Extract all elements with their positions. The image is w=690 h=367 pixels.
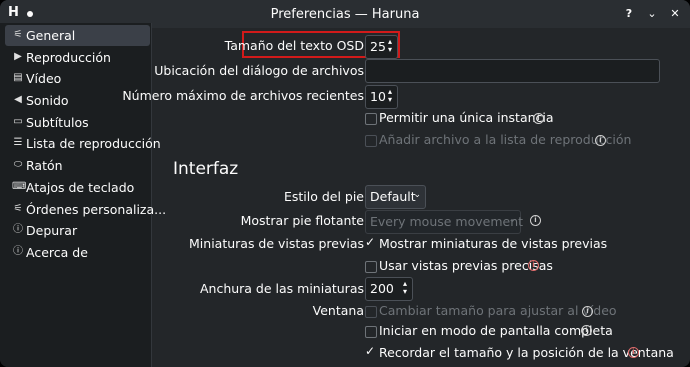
sidebar-item-label: Sonido	[26, 93, 69, 108]
spin-arrows-icon[interactable]: ▴ ▾	[386, 38, 394, 54]
info-icon: ⓘ	[13, 246, 23, 257]
sidebar-item-label: Vídeo	[26, 71, 62, 86]
max-recent-label: Número máximo de archivos recientes	[122, 88, 364, 103]
info-icon: ⓘ	[13, 224, 23, 235]
osd-size-label: Tamaño del texto OSD	[224, 38, 364, 53]
accurate-previews-checkbox[interactable]: Usar vistas previas precisas	[365, 258, 553, 275]
osd-size-spinbox[interactable]: 25 ▴ ▾	[365, 35, 398, 59]
playlist-icon: ☰	[13, 137, 23, 148]
window-title: Preferencias — Haruna	[270, 7, 420, 22]
spin-arrows-icon[interactable]: ▴ ▾	[401, 280, 409, 296]
floating-footer-combobox[interactable]: Every mouse movement ⌄	[365, 210, 524, 234]
info-icon[interactable]: i	[530, 215, 541, 226]
settings-panel: Tamaño del texto OSD 25 ▴ ▾ Ubicación del…	[122, 23, 690, 367]
preferences-window: H Preferencias — Haruna ? ⌄ ✕ ⚟ General …	[0, 0, 690, 367]
subtitles-icon: ▭	[13, 116, 23, 127]
info-icon[interactable]: i	[582, 306, 593, 317]
sidebar-item-label: Órdenes personaliza...	[26, 202, 167, 217]
info-icon[interactable]: i	[581, 325, 592, 336]
chevron-down-icon: ⌄	[413, 190, 421, 200]
sidebar-item-video[interactable]: ▤ Vídeo	[5, 68, 150, 89]
add-to-playlist-checkbox[interactable]: Añadir archivo a la lista de reproducció…	[365, 132, 631, 149]
play-icon: ▶	[14, 51, 22, 62]
footer-style-value: Default	[370, 189, 416, 204]
resize-to-video-checkbox[interactable]: Cambiar tamaño para ajustar al vídeo	[365, 303, 617, 320]
sidebar-item-label: Subtítulos	[26, 115, 89, 130]
sidebar-item-general[interactable]: ⚟ General	[5, 25, 150, 46]
warning-icon[interactable]: i	[528, 260, 539, 271]
warning-icon[interactable]: i	[628, 347, 639, 358]
sidebar-item-label: Atajos de teclado	[26, 180, 135, 195]
info-icon[interactable]: i	[533, 113, 544, 124]
sidebar-item-label: General	[26, 28, 76, 43]
sidebar-item-label: Ratón	[26, 158, 63, 173]
info-icon[interactable]: i	[595, 135, 606, 146]
checkbox-box[interactable]	[365, 306, 377, 318]
thumbnails-label: Miniaturas de vistas previas	[189, 236, 364, 251]
thumb-width-label: Anchura de las miniaturas	[199, 281, 364, 296]
sidebar-item-custom-commands[interactable]: ⚟ Órdenes personaliza...	[5, 199, 167, 220]
checkbox-box[interactable]	[365, 113, 377, 125]
max-recent-spinbox[interactable]: 10 ▴ ▾	[365, 85, 398, 109]
resize-to-video-text: Cambiar tamaño para ajustar al vídeo	[379, 303, 617, 318]
sidebar-item-label: Acerca de	[26, 245, 88, 260]
checkbox-box[interactable]	[365, 135, 377, 147]
thumb-width-spinbox[interactable]: 200 ▴ ▾	[365, 277, 413, 301]
file-dialog-input[interactable]	[365, 59, 660, 83]
minimize-button[interactable]: ⌄	[645, 7, 659, 21]
sidebar-item-label: Depurar	[26, 223, 78, 238]
show-thumbnails-text: Mostrar miniaturas de vistas previas	[379, 236, 608, 251]
sidebar-item-debug[interactable]: ⓘ Depurar	[5, 220, 150, 241]
film-icon: ▤	[13, 72, 23, 83]
footer-style-label: Estilo del pie	[283, 189, 364, 204]
speaker-icon: ◀	[14, 94, 22, 105]
checkmark-icon[interactable]: ✓	[365, 235, 377, 249]
sidebar-item-subtitles[interactable]: ▭ Subtítulos	[5, 112, 150, 133]
checkbox-box[interactable]	[365, 326, 377, 338]
sidebar-item-mouse[interactable]: ⬭ Ratón	[5, 155, 150, 176]
sidebar-item-label: Reproducción	[26, 50, 111, 65]
keyboard-icon: ⌨	[12, 181, 27, 192]
sliders-icon: ⚟	[13, 29, 23, 40]
sidebar-item-playback[interactable]: ▶ Reproducción	[5, 47, 150, 68]
chevron-down-icon: ⌄	[508, 215, 516, 225]
window-section-label: Ventana	[312, 303, 364, 318]
checkbox-box[interactable]	[365, 261, 377, 273]
sidebar-item-shortcuts[interactable]: ⌨ Atajos de teclado	[5, 177, 150, 198]
start-fullscreen-checkbox[interactable]: Iniciar en modo de pantalla completa	[365, 323, 613, 340]
command-icon: ⚟	[13, 203, 23, 214]
sidebar-item-playlist[interactable]: ☰ Lista de reproducción	[5, 133, 161, 154]
section-heading-interface: Interfaz	[173, 159, 239, 179]
checkmark-icon[interactable]: ✓	[365, 344, 377, 358]
mouse-icon: ⬭	[13, 159, 23, 170]
add-to-playlist-text: Añadir archivo a la lista de reproducció…	[379, 132, 632, 147]
osd-size-value: 25	[370, 39, 386, 54]
remember-size-checkbox[interactable]: ✓ Recordar el tamaño y la posición de la…	[365, 344, 674, 362]
thumb-width-value: 200	[370, 281, 394, 296]
help-button[interactable]: ?	[622, 7, 636, 21]
sidebar: ⚟ General ▶ Reproducción ▤ Vídeo ◀ Sonid…	[0, 23, 167, 367]
spin-arrows-icon[interactable]: ▴ ▾	[386, 88, 394, 104]
close-button[interactable]: ✕	[668, 7, 682, 21]
file-dialog-label: Ubicación del diálogo de archivos	[154, 63, 364, 78]
start-fullscreen-text: Iniciar en modo de pantalla completa	[379, 323, 613, 338]
single-instance-text: Permitir una única instancia	[379, 110, 554, 125]
sidebar-item-label: Lista de reproducción	[26, 136, 161, 151]
accurate-previews-text: Usar vistas previas precisas	[379, 258, 553, 273]
floating-footer-label: Mostrar pie flotante	[240, 213, 364, 228]
show-thumbnails-checkbox[interactable]: ✓ Mostrar miniaturas de vistas previas	[365, 235, 607, 253]
footer-style-combobox[interactable]: Default ⌄	[365, 185, 426, 209]
sidebar-item-about[interactable]: ⓘ Acerca de	[5, 242, 150, 263]
floating-footer-value: Every mouse movement	[370, 214, 524, 229]
max-recent-value: 10	[370, 89, 386, 104]
